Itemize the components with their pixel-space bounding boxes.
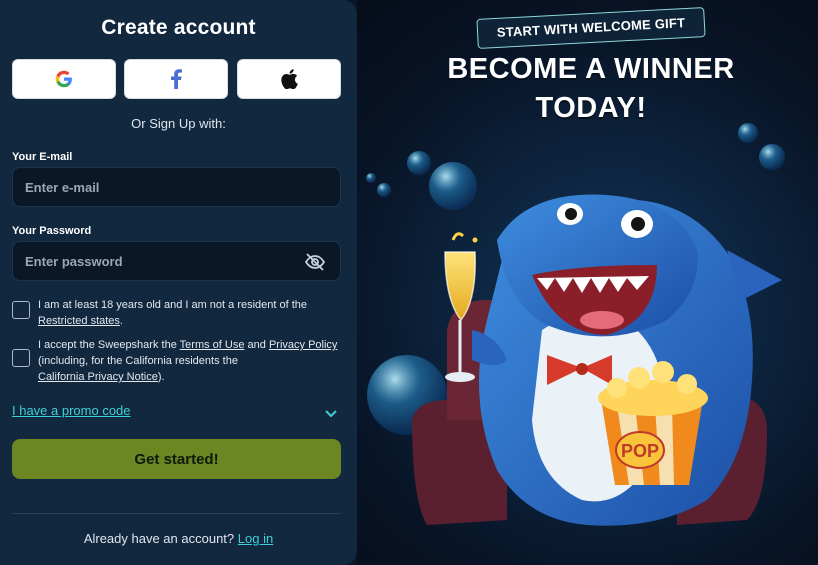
google-icon: [55, 70, 73, 88]
terms-of-use-link[interactable]: Terms of Use: [180, 339, 245, 351]
headline-line-2: TODAY!: [535, 92, 647, 124]
email-field-wrapper: [12, 167, 341, 207]
restricted-states-link[interactable]: Restricted states: [38, 315, 120, 327]
bubble: [407, 151, 431, 175]
email-field[interactable]: [13, 168, 340, 206]
login-link[interactable]: Log in: [238, 531, 273, 546]
hero-banner: POP START WITH WELCOME GIFT BECOME A WIN…: [357, 0, 818, 565]
facebook-signin-button[interactable]: [124, 59, 228, 99]
privacy-policy-link[interactable]: Privacy Policy: [269, 339, 337, 351]
promo-code-toggle[interactable]: I have a promo code: [12, 403, 131, 418]
chevron-down-icon[interactable]: [324, 406, 338, 418]
bubble: [759, 144, 785, 170]
form-title: Create account: [101, 16, 256, 39]
password-label: Your Password: [12, 225, 92, 237]
bubble: [429, 162, 477, 210]
login-prompt: Already have an account? Log in: [83, 531, 274, 546]
apple-icon: [280, 69, 298, 89]
age-check-text: I am at least 18 years old and I am not …: [38, 299, 308, 327]
apple-signin-button[interactable]: [237, 59, 341, 99]
password-field-wrapper: [12, 241, 341, 281]
get-started-button[interactable]: Get started!: [12, 439, 341, 479]
email-label: Your E-mail: [12, 151, 73, 163]
california-privacy-link[interactable]: California Privacy Notice: [38, 371, 158, 383]
headline-line-1: BECOME A WINNER: [447, 53, 735, 85]
popcorn-label: POP: [621, 441, 659, 461]
terms-check-text: I accept the Sweepshark the Terms of Use…: [38, 339, 338, 383]
bubble: [377, 183, 391, 197]
eye-off-icon[interactable]: [304, 252, 326, 272]
bubble: [738, 123, 758, 143]
facebook-icon: [170, 69, 182, 89]
age-checkbox[interactable]: [12, 301, 30, 319]
password-field[interactable]: [13, 242, 340, 280]
terms-checkbox[interactable]: [12, 349, 30, 367]
bubble: [366, 173, 376, 183]
divider: [12, 513, 341, 514]
signup-panel: Create account Or Sign Up with: Your E-m…: [0, 0, 357, 565]
google-signin-button[interactable]: [12, 59, 116, 99]
or-signup-text: Or Sign Up with:: [131, 116, 226, 131]
